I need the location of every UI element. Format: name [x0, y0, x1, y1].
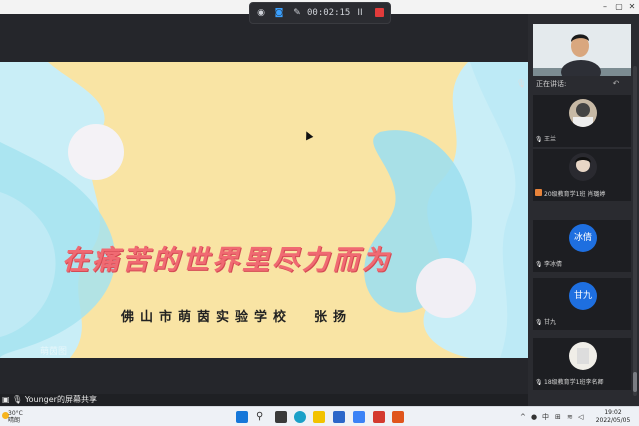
participant-avatar	[569, 153, 597, 181]
wps-icon[interactable]	[373, 411, 385, 423]
mic-muted-icon: 🎙	[535, 261, 543, 268]
presentation-slide: 在痛苦的世界里尽力而为 佛山市萌茵实验学校 张扬 萌茵图	[0, 62, 528, 358]
speaker-video-frame	[533, 24, 631, 76]
mail-icon[interactable]	[353, 411, 365, 423]
participant-tile[interactable]: 20级教育学1班 肖璐婷	[533, 149, 631, 201]
ime-language[interactable]: 中	[542, 413, 549, 421]
weather-temp: 30°C	[8, 410, 23, 417]
app-icon[interactable]	[392, 411, 404, 423]
slide-subtitle: 佛山市萌茵实验学校 张扬	[121, 306, 352, 325]
eye-icon[interactable]: ◉	[255, 7, 267, 20]
participant-name: 🎙王兰	[535, 136, 557, 143]
edge-icon[interactable]	[294, 411, 306, 423]
weather-widget[interactable]: 30°C 晴朗	[8, 410, 23, 424]
participant-name: 🎙甘九	[535, 319, 557, 326]
file-explorer-icon[interactable]	[313, 411, 325, 423]
mic-muted-icon: 🎙	[535, 319, 543, 326]
participant-avatar	[569, 342, 597, 370]
weather-desc: 晴朗	[8, 417, 21, 424]
recording-timer: 00:02:15	[307, 8, 351, 18]
wifi-icon[interactable]: ≋	[567, 413, 573, 421]
store-icon[interactable]	[333, 411, 345, 423]
maximize-icon[interactable]: ▢	[613, 1, 625, 12]
tray-app-icon[interactable]: ●	[531, 413, 537, 421]
task-view-icon[interactable]	[275, 411, 287, 423]
system-clock[interactable]: 19:02 2022/05/05	[593, 409, 633, 425]
user-badge-icon	[535, 189, 542, 196]
mic-muted-icon: 🎙	[535, 379, 543, 386]
collapse-panel-icon[interactable]: ↶	[610, 79, 622, 89]
participant-name: 🎙李冰倩	[535, 261, 563, 268]
author-name: 张扬	[314, 310, 353, 325]
minimize-icon[interactable]: –	[599, 1, 611, 12]
screen-share-label: ▣ 🎙 Younger的屏幕共享	[2, 394, 97, 406]
mic-icon: 🎙	[12, 395, 23, 404]
volume-icon[interactable]: ◁	[578, 413, 583, 421]
pen-icon[interactable]: ✎	[291, 7, 303, 20]
screen-share-owner: Younger的屏幕共享	[24, 395, 97, 404]
avatar-photo	[573, 103, 593, 127]
stop-record-button[interactable]	[375, 8, 384, 17]
speaker-video-tile[interactable]	[533, 24, 631, 76]
start-icon[interactable]	[236, 411, 248, 423]
participant-tile[interactable]: 冰倩 🎙李冰倩	[533, 220, 631, 272]
avatar-photo	[577, 348, 589, 364]
camera-icon[interactable]: ◙	[273, 7, 285, 20]
recording-toolbar: ◉ ◙ ✎ 00:02:15 II	[249, 2, 391, 24]
participant-name: 20级教育学1班 肖璐婷	[535, 189, 605, 199]
participant-tile[interactable]: 🎙王兰	[533, 95, 631, 147]
taskbar: 30°C 晴朗 ⚲ ^ ● 中 ⊞ ≋ ◁ 19:02 2022/05/05	[0, 406, 639, 426]
close-icon[interactable]: ✕	[626, 1, 638, 12]
slide-watermark: 萌茵图	[40, 347, 68, 357]
participant-avatar	[569, 99, 597, 127]
panel-scrollbar[interactable]	[633, 66, 637, 396]
slide-title: 在痛苦的世界里尽力而为	[62, 245, 392, 276]
tray-icon[interactable]: ⊞	[555, 413, 561, 421]
clock-date: 2022/05/05	[595, 417, 631, 424]
microphone-icon[interactable]: 🎙	[516, 78, 526, 89]
desktop-screen: – ▢ ✕ ◉ ◙ ✎ 00:02:15 II 在痛苦的世界里尽力而为 佛山市萌…	[0, 0, 639, 426]
search-icon[interactable]: ⚲	[256, 411, 268, 423]
participant-avatar: 甘九	[569, 282, 597, 310]
school-name: 佛山市萌茵实验学校	[121, 310, 293, 325]
clock-time: 19:02	[604, 409, 622, 416]
participant-tile[interactable]: 🎙18级教育学1班李名卿	[533, 338, 631, 390]
participant-tile[interactable]: 甘九 🎙甘九	[533, 278, 631, 330]
participant-avatar: 冰倩	[569, 224, 597, 252]
avatar-photo	[575, 157, 591, 172]
tray-chevron-icon[interactable]: ^	[520, 413, 526, 421]
monitor-icon: ▣	[2, 395, 10, 404]
pause-button[interactable]: II	[354, 7, 366, 20]
panel-scrollbar-thumb[interactable]	[633, 372, 637, 392]
mic-muted-icon: 🎙	[535, 136, 543, 143]
participant-name: 🎙18级教育学1班李名卿	[535, 379, 604, 386]
